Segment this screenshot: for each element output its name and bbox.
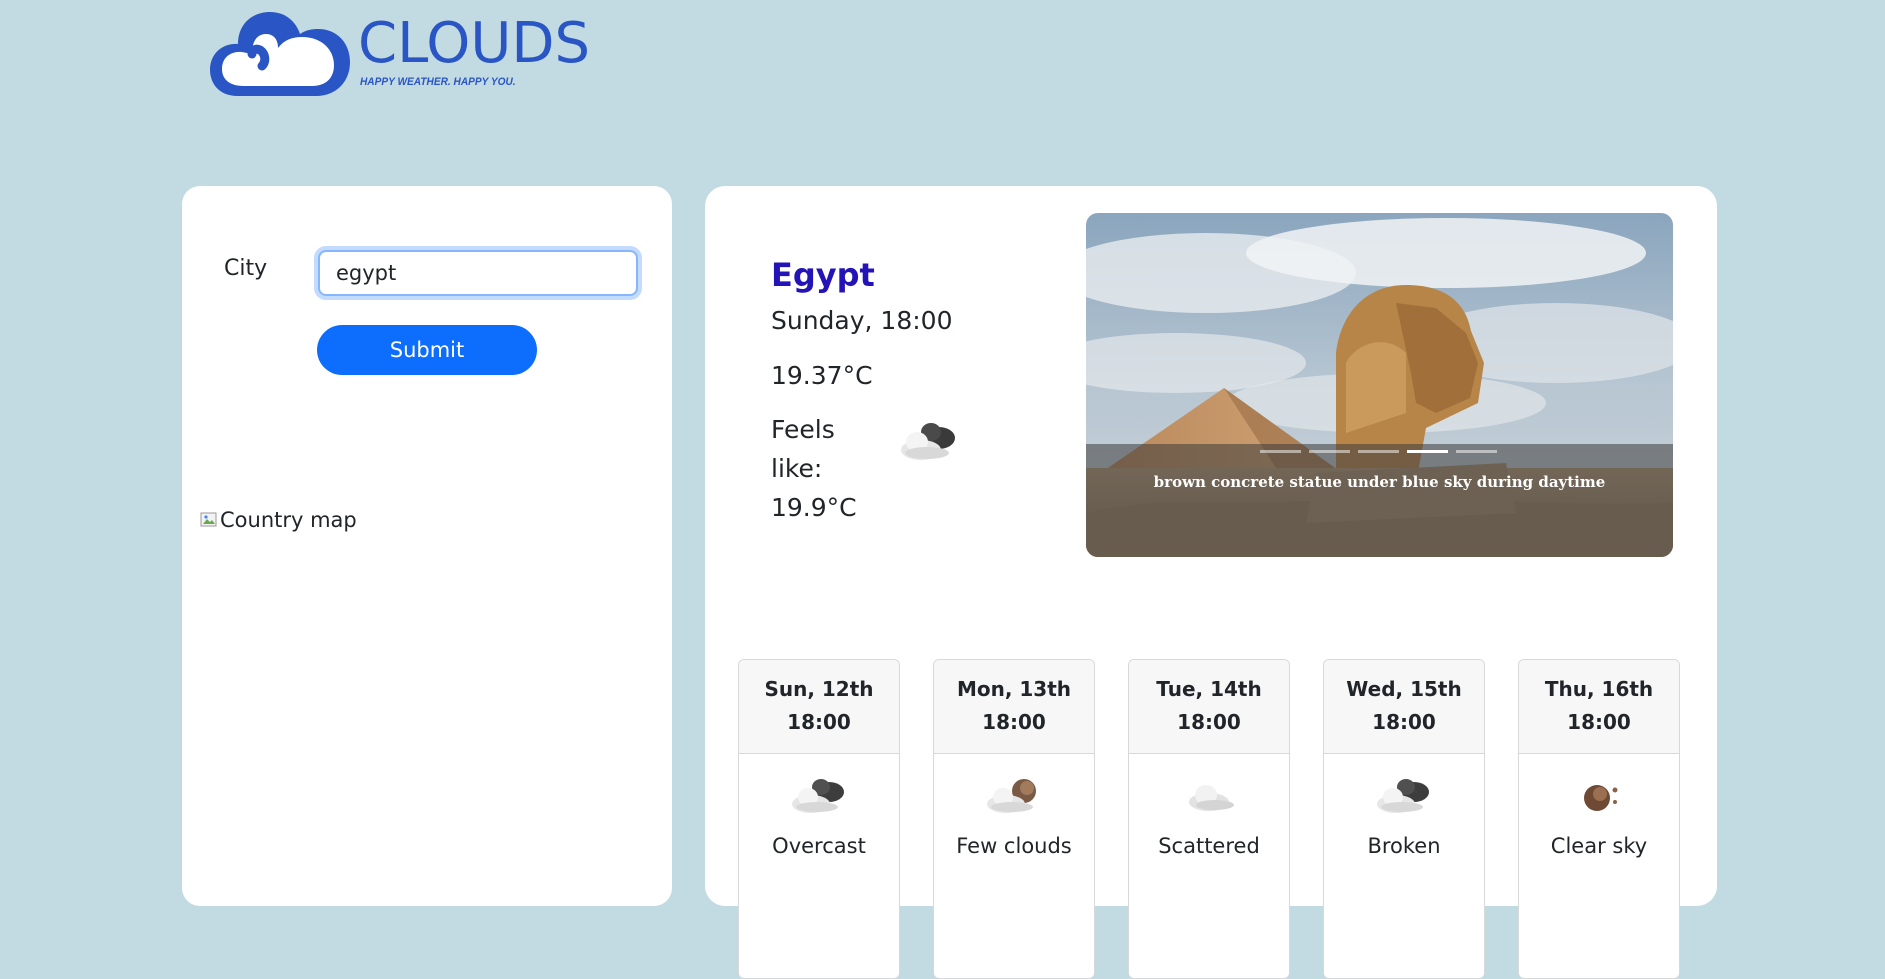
broken-clouds-icon [901,423,955,460]
forecast-time: 18:00 [1177,710,1241,734]
current-datetime: Sunday, 18:00 [771,306,953,335]
carousel-indicator-3[interactable] [1358,450,1399,453]
forecast-description: Scattered [1158,834,1260,858]
caption-overlay [1086,444,1673,557]
forecast-day: Thu, 16th [1544,677,1654,701]
country-map-image: Country map [200,508,357,532]
forecast-card: Wed, 15th 18:00 Broken [1323,659,1485,979]
forecast-card-header: Sun, 12th 18:00 [739,660,899,754]
logo-tagline: HAPPY WEATHER. HAPPY YOU. [360,76,516,88]
weather-panel: Egypt Sunday, 18:00 19.37°C Feels like: … [705,186,1717,979]
image-carousel[interactable]: brown concrete statue under blue sky dur… [1086,213,1673,557]
forecast-day: Mon, 13th [956,677,1072,701]
carousel-indicator-5[interactable] [1456,450,1497,453]
forecast-description: Clear sky [1550,834,1648,858]
logo-wordmark: CLOUDS [358,11,591,76]
forecast-card: Mon, 13th 18:00 Few clouds [933,659,1095,979]
carousel-caption: brown concrete statue under blue sky dur… [1153,473,1606,491]
search-panel: City Submit Country map [182,186,672,906]
logo: CLOUDS HAPPY WEATHER. HAPPY YOU. [208,10,608,102]
city-input[interactable] [318,250,638,296]
clear-sky-icon [1584,785,1618,811]
feels-like: Feels like: 19.9°C [771,415,857,522]
overcast-clouds-icon [792,779,844,813]
broken-image-icon [200,512,217,527]
carousel-indicator-1[interactable] [1260,450,1301,453]
submit-button[interactable]: Submit [317,325,537,375]
city-label: City [224,256,268,281]
carousel-indicator-4[interactable] [1407,450,1448,453]
forecast-description: Broken [1367,834,1441,858]
forecast-card-header: Tue, 14th 18:00 [1129,660,1289,754]
forecast-card: Sun, 12th 18:00 Overcast [738,659,900,979]
forecast-time: 18:00 [1567,710,1631,734]
forecast-time: 18:00 [1372,710,1436,734]
forecast-card: Thu, 16th 18:00 Clear sky [1518,659,1680,979]
forecast-list: Sun, 12th 18:00 Overcast Mon, 13th 18:00 [738,659,1680,979]
forecast-description: Few clouds [956,834,1072,858]
cloud-logo-icon [210,12,350,96]
forecast-card-header: Wed, 15th 18:00 [1324,660,1484,754]
carousel-indicator-2[interactable] [1309,450,1350,453]
forecast-description: Overcast [772,834,866,858]
forecast-time: 18:00 [982,710,1046,734]
forecast-time: 18:00 [787,710,851,734]
forecast-card: Tue, 14th 18:00 Scattered [1128,659,1290,979]
carousel-indicators [1260,450,1497,453]
forecast-day: Wed, 15th [1346,677,1462,701]
forecast-card-header: Thu, 16th 18:00 [1519,660,1679,754]
country-map-alt-text: Country map [220,508,357,532]
current-temperature: 19.37°C [771,361,873,390]
city-title: Egypt [771,256,875,294]
forecast-day: Tue, 14th [1156,677,1262,701]
forecast-day: Sun, 12th [764,677,874,701]
broken-clouds-icon [1377,779,1429,813]
few-clouds-icon [987,779,1036,813]
scattered-clouds-icon [1189,785,1234,811]
forecast-card-header: Mon, 13th 18:00 [934,660,1094,754]
